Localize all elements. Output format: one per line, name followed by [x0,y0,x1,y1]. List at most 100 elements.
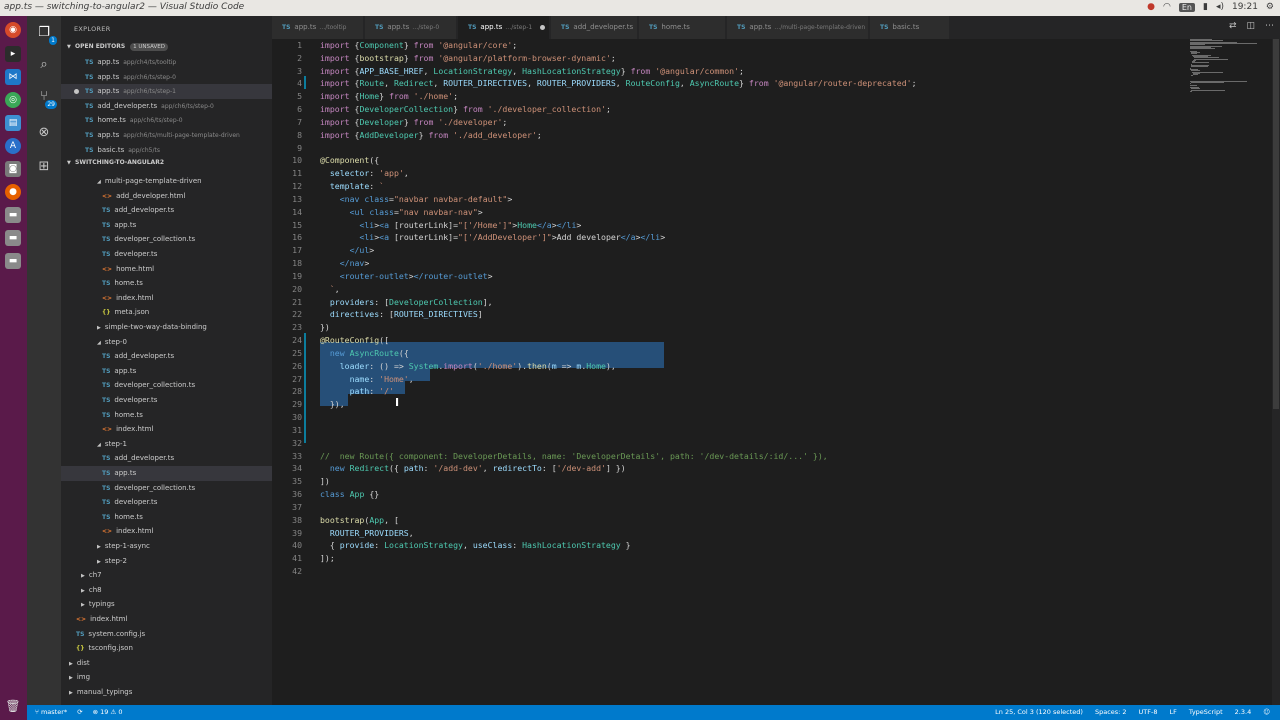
tree-file[interactable]: <> index.html [61,422,272,437]
code-line[interactable]: new Redirect({ path: '/add-dev', redirec… [320,462,626,475]
code-line[interactable]: </nav> [320,257,370,270]
code-line[interactable]: ]) [320,475,330,488]
code-line[interactable]: }) [320,321,330,334]
split-editor-icon[interactable]: ◫ [1246,21,1255,31]
tree-file[interactable]: TS home.ts [61,510,272,525]
tree-folder[interactable]: ▶ step-2 [61,554,272,569]
code-line[interactable]: template: ` [320,180,384,193]
code-line[interactable]: import {APP_BASE_HREF, LocationStrategy,… [320,65,744,78]
code-line[interactable]: <router-outlet></router-outlet> [320,270,493,283]
open-editor-item[interactable]: TS app.ts app/ch6/ts/step-0 [61,70,272,85]
tree-folder[interactable]: ▶ simple-two-way-data-binding [61,320,272,335]
extensions-icon[interactable]: ⊞ [35,158,53,176]
wifi-icon[interactable]: ◠ [1163,2,1171,12]
code-line[interactable]: name: 'Home', [320,373,414,386]
open-editor-item[interactable]: TS app.ts app/ch4/ts/tooltip [61,55,272,70]
clock[interactable]: 19:21 [1232,2,1258,12]
volume-icon[interactable]: ◂) [1216,2,1224,12]
code-line[interactable]: <li><a [routerLink]="['/Home']">Home</a>… [320,219,581,232]
unsaved-dot-icon[interactable] [540,24,546,30]
tree-file[interactable]: TS developer_collection.ts [61,378,272,393]
tree-folder[interactable]: ◢ multi-page-template-driven [61,174,272,189]
code-line[interactable]: import {Home} from './home'; [320,90,458,103]
code-line[interactable]: new AsyncRoute({ [320,347,409,360]
editor-tab[interactable]: TS basic.ts [870,16,950,39]
tree-folder[interactable]: ▶ step-1-async [61,539,272,554]
code-line[interactable]: @RouteConfig([ [320,334,389,347]
record-icon[interactable]: ● [1147,2,1155,12]
sync-icon[interactable]: ⟳ [77,705,82,720]
keyboard-layout[interactable]: En [1178,2,1195,12]
code-line[interactable]: </ul> [320,244,375,257]
smiley-feedback-icon[interactable]: ☺ [1263,705,1270,720]
source-control-icon[interactable]: ⑂ 29 [35,88,57,109]
code-line[interactable]: { provide: LocationStrategy, useClass: H… [320,539,631,552]
drive-icon[interactable]: ▬ [5,207,21,223]
tree-folder[interactable]: ▶ img [61,670,272,685]
scrollbar-thumb[interactable] [1273,39,1279,409]
code-line[interactable]: import {Component} from '@angular/core'; [320,39,517,52]
code-line[interactable]: @Component({ [320,154,379,167]
tree-file[interactable]: TS add_developer.ts [61,203,272,218]
drive-icon-2[interactable]: ▬ [5,230,21,246]
code-line[interactable]: ]); [320,552,335,565]
code-line[interactable]: class App {} [320,488,379,501]
tree-folder[interactable]: ◢ step-1 [61,437,272,452]
chrome-icon[interactable]: ◎ [5,92,21,108]
explorer-icon[interactable]: ❐ 1 [35,24,57,45]
language-mode[interactable]: TypeScript [1189,705,1223,720]
tree-file[interactable]: TS home.ts [61,408,272,423]
code-editor[interactable]: 1 import {Component} from '@angular/core'… [272,39,1280,705]
line-ending[interactable]: LF [1170,705,1177,720]
terminal-icon[interactable]: ▸ [5,46,21,62]
open-editors-header[interactable]: ▼ OPEN EDITORS 1 UNSAVED [61,40,272,53]
tree-file[interactable]: TS app.ts [61,364,272,379]
tree-folder[interactable]: ▶ ch7 [61,568,272,583]
tree-folder[interactable]: ▶ manual_typings [61,685,272,700]
code-line[interactable]: selector: 'app', [320,167,409,180]
code-line[interactable]: bootstrap(App, [ [320,514,399,527]
tree-file[interactable]: TS developer.ts [61,247,272,262]
drive-icon-3[interactable]: ▬ [5,253,21,269]
code-line[interactable]: providers: [DeveloperCollection], [320,296,493,309]
code-line[interactable]: directives: [ROUTER_DIRECTIVES] [320,308,483,321]
open-editor-item[interactable]: TS app.ts app/ch6/ts/multi-page-template-d… [61,128,272,143]
camera-icon[interactable]: ◙ [5,161,21,177]
git-branch[interactable]: ⑂ master* [35,705,67,720]
code-line[interactable]: import {DeveloperCollection} from './dev… [320,103,611,116]
editor-tab[interactable]: TS app.ts …/step-0 [365,16,457,39]
firefox-icon[interactable]: ● [5,184,21,200]
code-line[interactable]: <li><a [routerLink]="['/AddDeveloper']">… [320,231,665,244]
tree-file[interactable]: TS home.ts [61,276,272,291]
problems-indicator[interactable]: ⊗ 19 ⚠ 0 [93,705,123,720]
open-editor-item[interactable]: TS basic.ts app/ch5/ts [61,143,272,158]
code-line[interactable]: <ul class="nav navbar-nav"> [320,206,483,219]
code-line[interactable]: ROUTER_PROVIDERS, [320,527,414,540]
open-changes-icon[interactable]: ⇄ [1229,21,1237,31]
tree-file[interactable]: <> index.html [61,524,272,539]
tree-file[interactable]: TS add_developer.ts [61,349,272,364]
tree-folder[interactable]: ▶ typings [61,597,272,612]
tree-file[interactable]: TS developer.ts [61,393,272,408]
vscode-icon[interactable]: ⋈ [5,69,21,85]
indentation[interactable]: Spaces: 2 [1095,705,1127,720]
tree-file[interactable]: TS app.ts [61,218,272,233]
unsaved-dot-icon[interactable] [74,88,79,94]
tree-file[interactable]: TS developer.ts [61,495,272,510]
code-line[interactable]: path: '/' [320,385,394,398]
tree-file[interactable]: TS add_developer.ts [61,451,272,466]
code-line[interactable]: <nav class="navbar navbar-default"> [320,193,513,206]
more-actions-icon[interactable]: ⋯ [1265,21,1274,31]
code-line[interactable]: import {Developer} from './developer'; [320,116,507,129]
debug-icon[interactable]: ⊗ [35,124,53,142]
tree-file[interactable]: {} tsconfig.json [61,641,272,656]
vertical-scrollbar[interactable] [1272,39,1280,705]
editor-tab[interactable]: TS add_developer.ts [551,16,638,39]
editor-tab[interactable]: TS app.ts …/step-1 [458,16,550,39]
encoding[interactable]: UTF-8 [1139,705,1158,720]
open-editor-item[interactable]: TS add_developer.ts app/ch6/ts/step-0 [61,99,272,114]
code-line[interactable]: import {Route, Redirect, ROUTER_DIRECTIV… [320,77,917,90]
tree-folder[interactable]: ▶ dist [61,656,272,671]
tree-file[interactable]: TS developer_collection.ts [61,481,272,496]
code-line[interactable]: loader: () => System.import('./home').th… [320,360,616,373]
